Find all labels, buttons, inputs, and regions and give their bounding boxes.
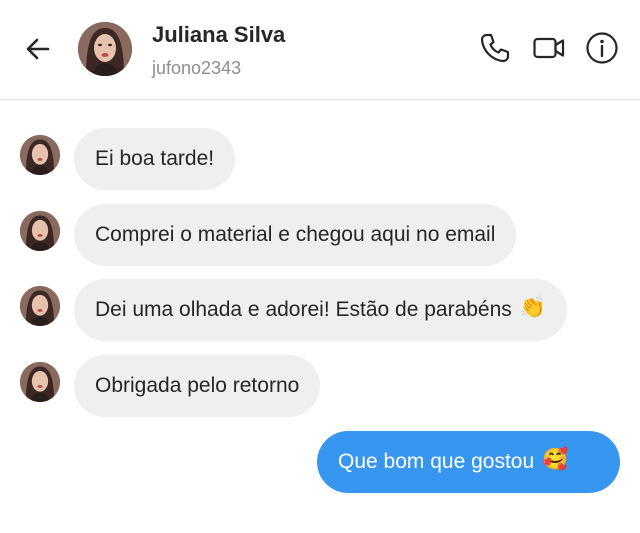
info-button[interactable] [585, 31, 619, 65]
message-text: Ei boa tarde! [95, 147, 215, 170]
contact-username: jufono2343 [152, 58, 242, 78]
back-button[interactable] [22, 33, 54, 65]
phone-icon [480, 33, 510, 63]
message-bubble-incoming[interactable]: Obrigada pelo retorno [74, 355, 321, 417]
message-text: Dei uma olhada e adorei! Estão de parabé… [95, 298, 512, 321]
message-text: Obrigada pelo retorno [95, 374, 300, 397]
message-bubble-incoming[interactable]: Comprei o material e chegou aqui no emai… [74, 204, 517, 266]
video-camera-icon [533, 37, 565, 59]
message-text: Comprei o material e chegou aqui no emai… [95, 223, 496, 246]
message-avatar[interactable] [20, 286, 60, 326]
avatar[interactable] [78, 22, 132, 76]
arrow-left-icon [26, 38, 50, 60]
call-button[interactable] [478, 31, 512, 65]
contact-name[interactable]: Juliana Silva [152, 22, 285, 48]
message-avatar[interactable] [20, 362, 60, 402]
message-bubble-outgoing[interactable]: Que bom que gostou 🥰 [317, 431, 620, 493]
message-avatar[interactable] [20, 135, 60, 175]
message-bubble-incoming[interactable]: Dei uma olhada e adorei! Estão de parabé… [74, 279, 567, 341]
info-icon [586, 32, 618, 64]
chat-header: Juliana Silva jufono2343 [0, 0, 640, 100]
message-avatar[interactable] [20, 211, 60, 251]
video-call-button[interactable] [532, 31, 566, 65]
message-bubble-incoming[interactable]: Ei boa tarde! [74, 128, 236, 190]
message-text: Que bom que gostou [338, 450, 535, 473]
clapping-hands-emoji: 👏 [519, 296, 546, 320]
smiling-face-with-hearts-emoji: 🥰 [542, 448, 569, 472]
